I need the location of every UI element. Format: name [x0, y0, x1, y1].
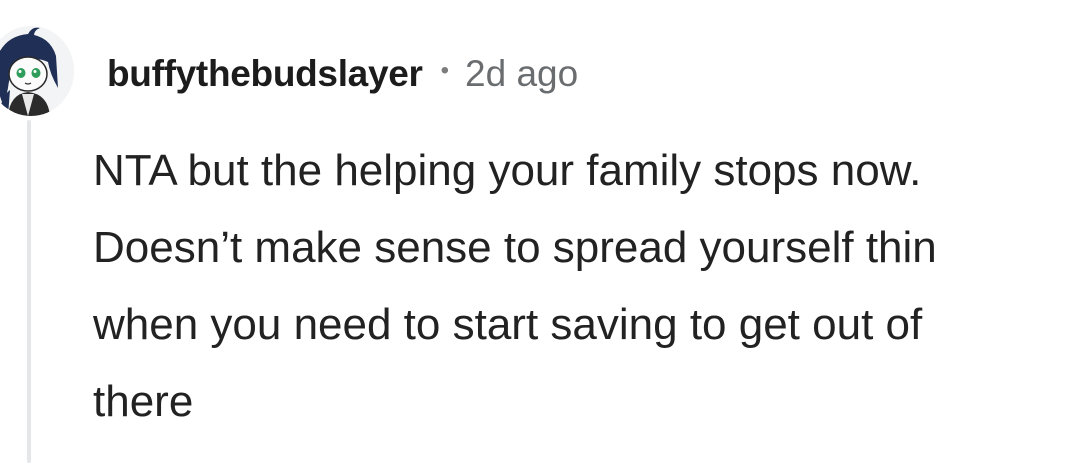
anime-character-avatar-icon: [0, 26, 74, 116]
comment: buffythebudslayer • 2d ago NTA but the h…: [0, 0, 1080, 463]
comment-body: NTA but the helping your family stops no…: [93, 146, 937, 426]
username-link[interactable]: buffythebudslayer: [107, 53, 423, 95]
thread-line[interactable]: [27, 120, 31, 463]
comment-header: buffythebudslayer • 2d ago: [107, 46, 578, 102]
timestamp: 2d ago: [465, 53, 579, 94]
avatar[interactable]: [0, 26, 74, 116]
separator-dot: •: [440, 57, 450, 84]
